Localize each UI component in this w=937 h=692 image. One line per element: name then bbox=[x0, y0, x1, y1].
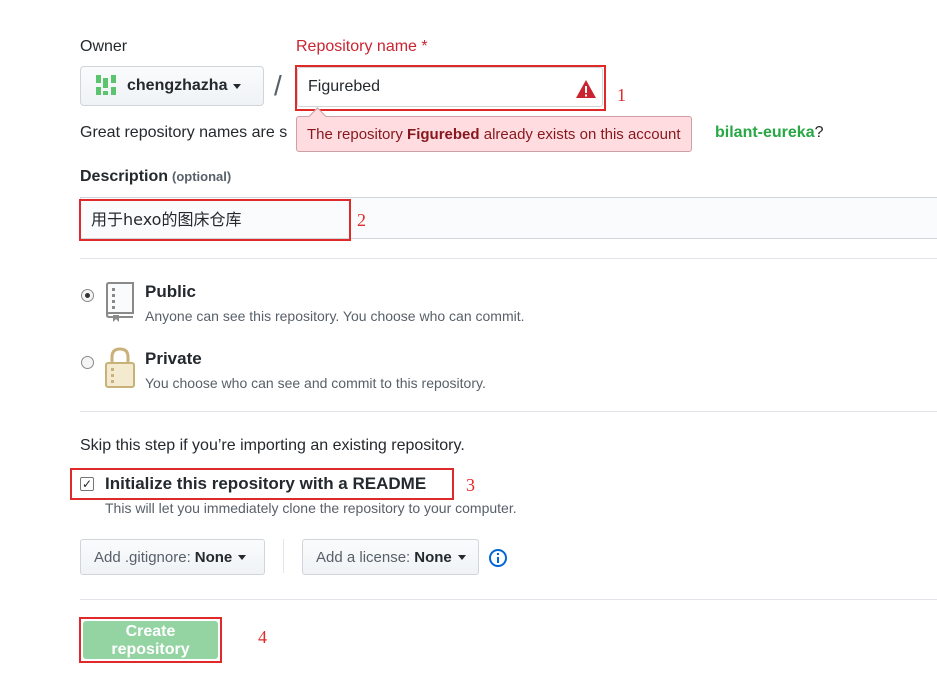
highlight-box-2 bbox=[79, 199, 351, 241]
repository-name-label: Repository name * bbox=[296, 38, 428, 55]
owner-avatar bbox=[95, 74, 117, 99]
owner-select-button[interactable]: chengzhazha bbox=[80, 66, 264, 106]
suggested-name-link[interactable]: bilant-eureka bbox=[715, 124, 815, 141]
annotation-3: 3 bbox=[466, 475, 475, 495]
readme-note: This will let you immediately clone the … bbox=[105, 500, 517, 516]
skip-step-text: Skip this step if you’re importing an ex… bbox=[80, 437, 465, 454]
hint-tail: ? bbox=[814, 124, 824, 141]
repo-book-icon bbox=[104, 282, 136, 325]
divider bbox=[80, 599, 937, 600]
highlight-box-3 bbox=[70, 468, 454, 500]
description-label-text: Description bbox=[80, 168, 169, 185]
private-option-note: You choose who can see and commit to thi… bbox=[145, 375, 486, 391]
info-circle-icon[interactable] bbox=[488, 548, 508, 571]
chevron-down-icon bbox=[457, 554, 466, 560]
public-option-note: Anyone can see this repository. You choo… bbox=[145, 308, 525, 324]
annotation-2: 2 bbox=[357, 210, 366, 230]
optional-hint: (optional) bbox=[172, 169, 232, 184]
owner-label: Owner bbox=[80, 38, 128, 55]
owner-name: chengzhazha bbox=[127, 77, 228, 94]
owner-repo-separator: / bbox=[274, 70, 282, 101]
annotation-1: 1 bbox=[617, 85, 626, 105]
annotation-4: 4 bbox=[258, 627, 267, 647]
error-prefix: The repository bbox=[307, 125, 408, 143]
chevron-down-icon bbox=[238, 554, 247, 560]
hint-text: Great repository names are s bbox=[80, 124, 288, 141]
highlight-box-4 bbox=[79, 617, 222, 663]
license-select-button[interactable]: Add a license: None bbox=[302, 539, 479, 575]
highlight-box-1 bbox=[295, 65, 606, 111]
license-value: None bbox=[414, 548, 452, 566]
repository-name-hint: Great repository names are s bbox=[80, 124, 287, 142]
error-suffix: already exists on this account bbox=[479, 125, 681, 143]
lock-icon bbox=[104, 347, 136, 392]
public-option-title: Public bbox=[145, 282, 197, 301]
chevron-down-icon bbox=[233, 83, 242, 89]
private-radio[interactable] bbox=[81, 356, 94, 369]
gitignore-value: None bbox=[194, 548, 233, 566]
license-label: Add a license: bbox=[316, 548, 411, 566]
private-option-title: Private bbox=[145, 349, 202, 368]
description-label: Description (optional) bbox=[80, 168, 231, 186]
gitignore-select-button[interactable]: Add .gitignore: None bbox=[80, 539, 265, 575]
gitignore-label: Add .gitignore: bbox=[94, 548, 191, 566]
repository-name-suggestion: bilant-eureka? bbox=[715, 124, 824, 142]
repository-exists-error: The repository Figurebed already exists … bbox=[296, 107, 692, 152]
select-separator bbox=[283, 539, 284, 573]
public-radio[interactable] bbox=[81, 289, 94, 302]
divider bbox=[80, 258, 937, 259]
divider bbox=[80, 411, 937, 412]
error-repo-name: Figurebed bbox=[407, 125, 480, 143]
